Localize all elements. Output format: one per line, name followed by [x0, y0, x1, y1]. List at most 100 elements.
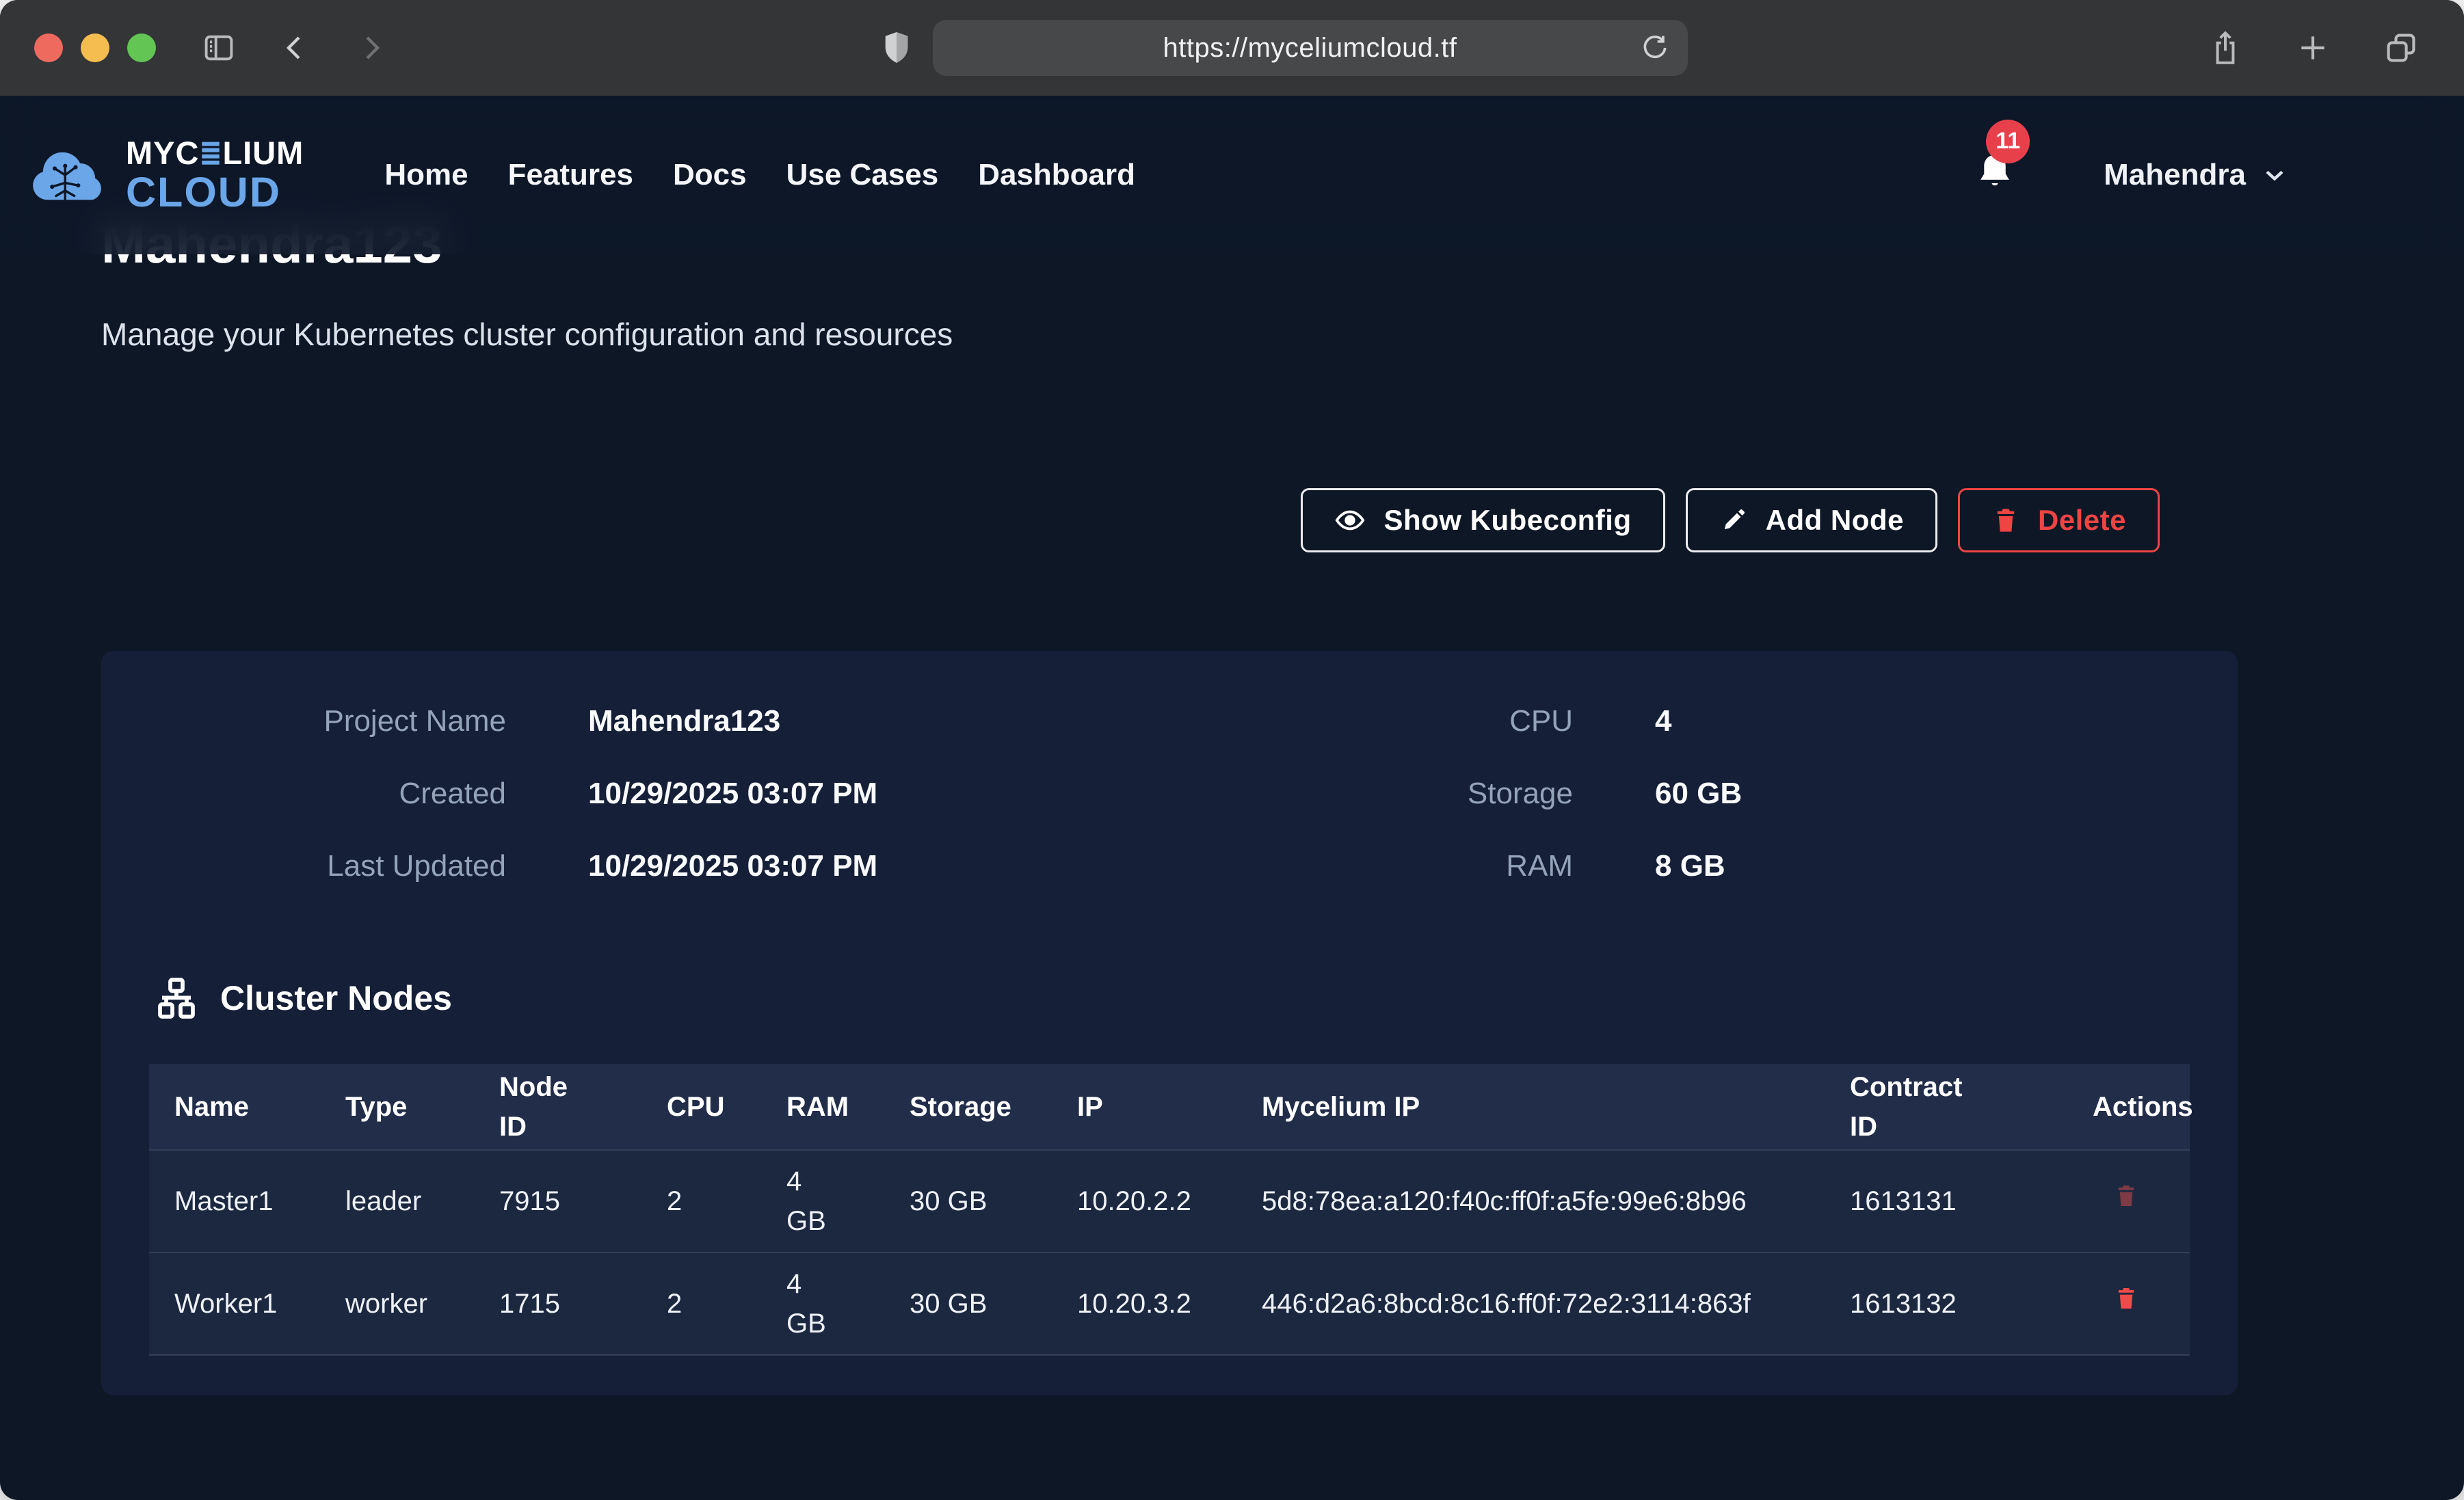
- nav-link-features[interactable]: Features: [508, 158, 633, 192]
- nav-link-use-cases[interactable]: Use Cases: [786, 158, 939, 192]
- cell-storage: 30 GB: [910, 1253, 1077, 1355]
- info-value: 60 GB: [1655, 777, 1742, 811]
- column-header-contract-id: Contract ID: [1850, 1064, 2093, 1150]
- show-kubeconfig-label: Show Kubeconfig: [1383, 504, 1631, 537]
- project-info-grid: Project Name Mahendra123 Created 10/29/2…: [101, 651, 2238, 922]
- user-name: Mahendra: [2104, 158, 2246, 192]
- sidebar-toggle-button[interactable]: [201, 30, 237, 66]
- navbar: MYCLIUM CLOUD Home Features Docs Use Cas…: [0, 96, 2464, 254]
- show-kubeconfig-button[interactable]: Show Kubeconfig: [1301, 488, 1665, 552]
- trash-icon: [1991, 505, 2020, 536]
- info-label: Last Updated: [101, 849, 506, 883]
- shield-icon: [881, 30, 912, 66]
- info-row-project-name: Project Name Mahendra123: [101, 704, 1169, 738]
- traffic-lights: [34, 34, 156, 62]
- info-value: 4: [1655, 704, 1671, 738]
- share-button[interactable]: [2208, 29, 2242, 66]
- pencil-icon: [1719, 506, 1748, 535]
- project-info-left: Project Name Mahendra123 Created 10/29/2…: [101, 704, 1169, 922]
- url-text: https://myceliumcloud.tf: [1163, 33, 1457, 64]
- info-row-ram: RAM 8 GB: [1169, 849, 2238, 883]
- cell-mycelium-ip: 446:d2a6:8bcd:8c16:ff0f:72e2:3114:863f: [1262, 1253, 1850, 1355]
- info-label: Storage: [1169, 777, 1573, 811]
- info-label: CPU: [1169, 704, 1573, 738]
- cluster-nodes-heading-text: Cluster Nodes: [220, 978, 452, 1018]
- brand-line1: MYCLIUM: [126, 137, 304, 169]
- url-bar[interactable]: https://myceliumcloud.tf: [933, 20, 1688, 76]
- trash-icon: [2113, 1284, 2139, 1313]
- new-tab-button[interactable]: [2296, 31, 2330, 65]
- nav-link-home[interactable]: Home: [384, 158, 468, 192]
- minimize-button[interactable]: [81, 34, 109, 62]
- browser-window: https://myceliumcloud.tf Mahendra123 Man…: [0, 0, 2464, 1500]
- column-header-actions: Actions: [2093, 1064, 2190, 1150]
- tabs-icon: [2383, 30, 2419, 66]
- brand-text: MYCLIUM CLOUD: [126, 137, 304, 213]
- cell-name: Worker1: [149, 1253, 345, 1355]
- delete-cluster-label: Delete: [2038, 504, 2126, 537]
- cell-type: worker: [345, 1253, 499, 1355]
- brand-line2: CLOUD: [126, 172, 304, 213]
- cell-node-id: 7915: [499, 1150, 667, 1253]
- navbar-right: 11 Mahendra: [1974, 151, 2290, 200]
- privacy-shield-icon[interactable]: [881, 30, 912, 66]
- notification-badge: 11: [1986, 120, 2030, 163]
- plus-icon: [2296, 31, 2330, 65]
- refresh-button[interactable]: [1640, 33, 1670, 63]
- cell-cpu: 2: [667, 1253, 786, 1355]
- back-button[interactable]: [279, 31, 312, 64]
- nav-link-dashboard[interactable]: Dashboard: [978, 158, 1135, 192]
- cell-name: Master1: [149, 1150, 345, 1253]
- network-nodes-icon: [152, 974, 201, 1023]
- zoom-button[interactable]: [127, 34, 156, 62]
- cell-ram: 4 GB: [786, 1150, 910, 1253]
- column-header-node-id: Node ID: [499, 1064, 667, 1150]
- column-header-type: Type: [345, 1064, 499, 1150]
- tabs-overview-button[interactable]: [2383, 30, 2419, 66]
- nav-link-docs[interactable]: Docs: [673, 158, 747, 192]
- cluster-nodes-table: Name Type Node ID CPU RAM Storage IP Myc…: [149, 1064, 2190, 1356]
- table-row: Worker1 worker 1715 2 4 GB 30 GB 10.20.3…: [149, 1253, 2190, 1355]
- eye-icon: [1334, 505, 1366, 536]
- cell-mycelium-ip: 5d8:78ea:a120:f40c:ff0f:a5fe:99e6:8b96: [1262, 1150, 1850, 1253]
- refresh-icon: [1640, 33, 1670, 63]
- cell-storage: 30 GB: [910, 1150, 1077, 1253]
- cell-type: leader: [345, 1150, 499, 1253]
- info-row-storage: Storage 60 GB: [1169, 777, 2238, 811]
- info-row-cpu: CPU 4: [1169, 704, 2238, 738]
- delete-node-button[interactable]: [2113, 1181, 2139, 1210]
- column-header-name: Name: [149, 1064, 345, 1150]
- chrome-right-buttons: [2208, 29, 2430, 66]
- add-node-label: Add Node: [1766, 504, 1904, 537]
- user-menu[interactable]: Mahendra: [2104, 158, 2290, 192]
- cell-cpu: 2: [667, 1150, 786, 1253]
- column-header-ip: IP: [1077, 1064, 1262, 1150]
- browser-chrome: https://myceliumcloud.tf: [0, 0, 2464, 96]
- trash-icon: [2113, 1181, 2139, 1210]
- add-node-button[interactable]: Add Node: [1686, 488, 1937, 552]
- notification-bell-button[interactable]: 11: [1974, 151, 2016, 200]
- cell-contract-id: 1613132: [1850, 1253, 2093, 1355]
- forward-button[interactable]: [354, 31, 387, 64]
- info-row-created: Created 10/29/2025 03:07 PM: [101, 777, 1169, 811]
- cell-ip: 10.20.2.2: [1077, 1150, 1262, 1253]
- project-info-right: CPU 4 Storage 60 GB RAM 8 GB: [1169, 704, 2238, 922]
- nav-links: Home Features Docs Use Cases Dashboard: [384, 158, 1135, 192]
- close-button[interactable]: [34, 34, 63, 62]
- column-header-ram: RAM: [786, 1064, 910, 1150]
- cell-node-id: 1715: [499, 1253, 667, 1355]
- info-label: Created: [101, 777, 506, 811]
- cluster-nodes-heading: Cluster Nodes: [152, 974, 452, 1023]
- info-label: RAM: [1169, 849, 1573, 883]
- table-header-row: Name Type Node ID CPU RAM Storage IP Myc…: [149, 1064, 2190, 1150]
- delete-node-button[interactable]: [2113, 1284, 2139, 1313]
- column-header-cpu: CPU: [667, 1064, 786, 1150]
- cell-ip: 10.20.3.2: [1077, 1253, 1262, 1355]
- info-value: 10/29/2025 03:07 PM: [588, 777, 877, 811]
- url-zone: https://myceliumcloud.tf: [387, 20, 2181, 76]
- info-value: Mahendra123: [588, 704, 780, 738]
- brand-logo[interactable]: MYCLIUM CLOUD: [27, 137, 304, 213]
- info-label: Project Name: [101, 704, 506, 738]
- cell-contract-id: 1613131: [1850, 1150, 2093, 1253]
- delete-cluster-button[interactable]: Delete: [1958, 488, 2160, 552]
